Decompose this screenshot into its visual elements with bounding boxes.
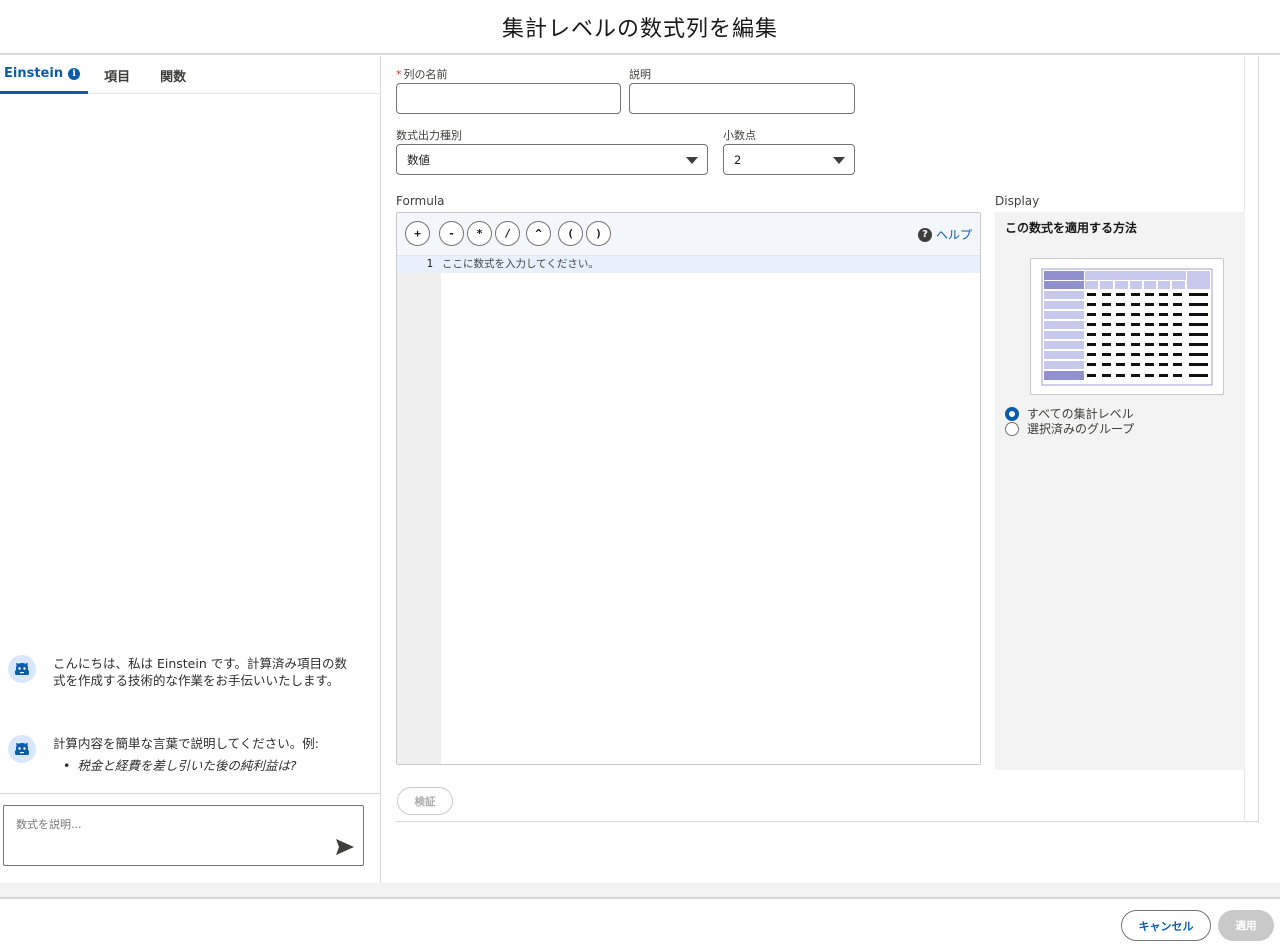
chat-message: こんにちは、私は Einstein です。計算済み項目の数式を作成する技術的な作…	[8, 655, 368, 689]
radio-unchecked-icon[interactable]	[1005, 421, 1019, 436]
cancel-button[interactable]: キャンセル	[1121, 910, 1211, 941]
tab-functions[interactable]: 関数	[160, 56, 216, 94]
description-label: 説明	[629, 68, 651, 81]
describe-formula-input[interactable]	[3, 805, 364, 866]
operator-multiply-button[interactable]: *	[467, 221, 492, 246]
formula-editor: + - * / ^ ( ) ? ヘルプ 1 ここに数式を入力してください。	[396, 212, 981, 765]
output-type-select[interactable]: 数値	[396, 144, 708, 175]
chat-message: 計算内容を簡単な言葉で説明してください。例: 税金と経費を差し引いた後の純利益は…	[8, 735, 368, 774]
chat-input-area	[0, 793, 380, 883]
einstein-bot-icon	[8, 735, 36, 763]
info-icon[interactable]: i	[68, 67, 81, 80]
chat-message-intro: 計算内容を簡単な言葉で説明してください。例:	[53, 736, 319, 751]
table-preview-illustration	[1041, 268, 1213, 386]
chat-message-text: こんにちは、私は Einstein です。計算済み項目の数式を作成する技術的な作…	[53, 656, 347, 688]
example-item: 税金と経費を差し引いた後の純利益は?	[77, 757, 353, 774]
modal-footer: キャンセル 適用	[0, 897, 1280, 947]
tab-functions-label: 関数	[160, 69, 187, 85]
chevron-down-icon	[686, 157, 698, 164]
help-link[interactable]: ? ヘルプ	[917, 226, 972, 243]
line-gutter	[397, 256, 441, 764]
send-button[interactable]	[334, 837, 356, 859]
assistant-panel: Einstein i 項目 関数 こんにちは、私は Einstein です。計算…	[0, 56, 381, 883]
summary-table-preview	[1030, 258, 1224, 395]
column-name-label-text: 列の名前	[403, 68, 448, 81]
modal-body-bottom	[0, 883, 1280, 897]
radio-selected-groups[interactable]: 選択済みのグループ	[1005, 420, 1134, 437]
help-label: ヘルプ	[935, 228, 972, 242]
assistant-tabs: Einstein i 項目 関数	[0, 56, 380, 94]
active-line[interactable]: 1 ここに数式を入力してください。	[397, 256, 980, 273]
modal-header: 集計レベルの数式列を編集	[0, 0, 1280, 55]
tab-einstein[interactable]: Einstein i	[0, 56, 89, 94]
operator-open-paren-button[interactable]: (	[558, 221, 583, 246]
output-type-label: 数式出力種別	[396, 129, 462, 142]
decimal-value: 2	[734, 152, 742, 167]
apply-button[interactable]: 適用	[1218, 910, 1274, 941]
tab-einstein-label: Einstein	[4, 66, 64, 81]
radio-checked-icon[interactable]	[1005, 406, 1019, 421]
modal-title: 集計レベルの数式列を編集	[501, 16, 778, 42]
operator-divide-button[interactable]: /	[495, 221, 520, 246]
chat-message-text: 計算内容を簡単な言葉で説明してください。例: 税金と経費を差し引いた後の純利益は…	[53, 735, 353, 774]
operator-plus-button[interactable]: +	[405, 221, 430, 246]
operator-close-paren-button[interactable]: )	[586, 221, 611, 246]
tab-fields[interactable]: 項目	[102, 56, 160, 94]
chevron-down-icon	[833, 157, 845, 164]
operator-power-button[interactable]: ^	[526, 221, 551, 246]
line-number: 1	[426, 258, 433, 270]
decimal-label: 小数点	[723, 129, 756, 142]
display-section-label: Display	[995, 194, 1040, 208]
operator-minus-button[interactable]: -	[439, 221, 464, 246]
output-type-value: 数値	[407, 152, 430, 167]
scrollbar[interactable]	[1244, 56, 1259, 822]
example-list: 税金と経費を差し引いた後の純利益は?	[77, 757, 353, 774]
column-name-label: * 列の名前	[396, 68, 448, 81]
tab-fields-label: 項目	[104, 69, 131, 85]
description-input[interactable]	[629, 83, 855, 114]
einstein-bot-icon	[8, 655, 36, 683]
question-icon: ?	[917, 227, 932, 242]
validate-button[interactable]: 検証	[397, 787, 453, 815]
radio-selected-groups-label: 選択済みのグループ	[1027, 422, 1135, 436]
formula-placeholder: ここに数式を入力してください。	[442, 258, 599, 270]
operator-toolbar: + - * / ^ ( ) ? ヘルプ	[397, 213, 980, 256]
formula-section-label: Formula	[396, 194, 445, 208]
column-name-input[interactable]	[396, 83, 621, 114]
decimal-select[interactable]: 2	[723, 144, 855, 175]
send-icon	[336, 838, 354, 855]
display-title: この数式を適用する方法	[1005, 221, 1138, 235]
display-panel: この数式を適用する方法 すべての集計レベル 選択済みのグループ	[995, 212, 1245, 770]
formula-editor-panel: * 列の名前 説明 数式出力種別 数値 小数点 2 Formula Display…	[381, 56, 1280, 883]
